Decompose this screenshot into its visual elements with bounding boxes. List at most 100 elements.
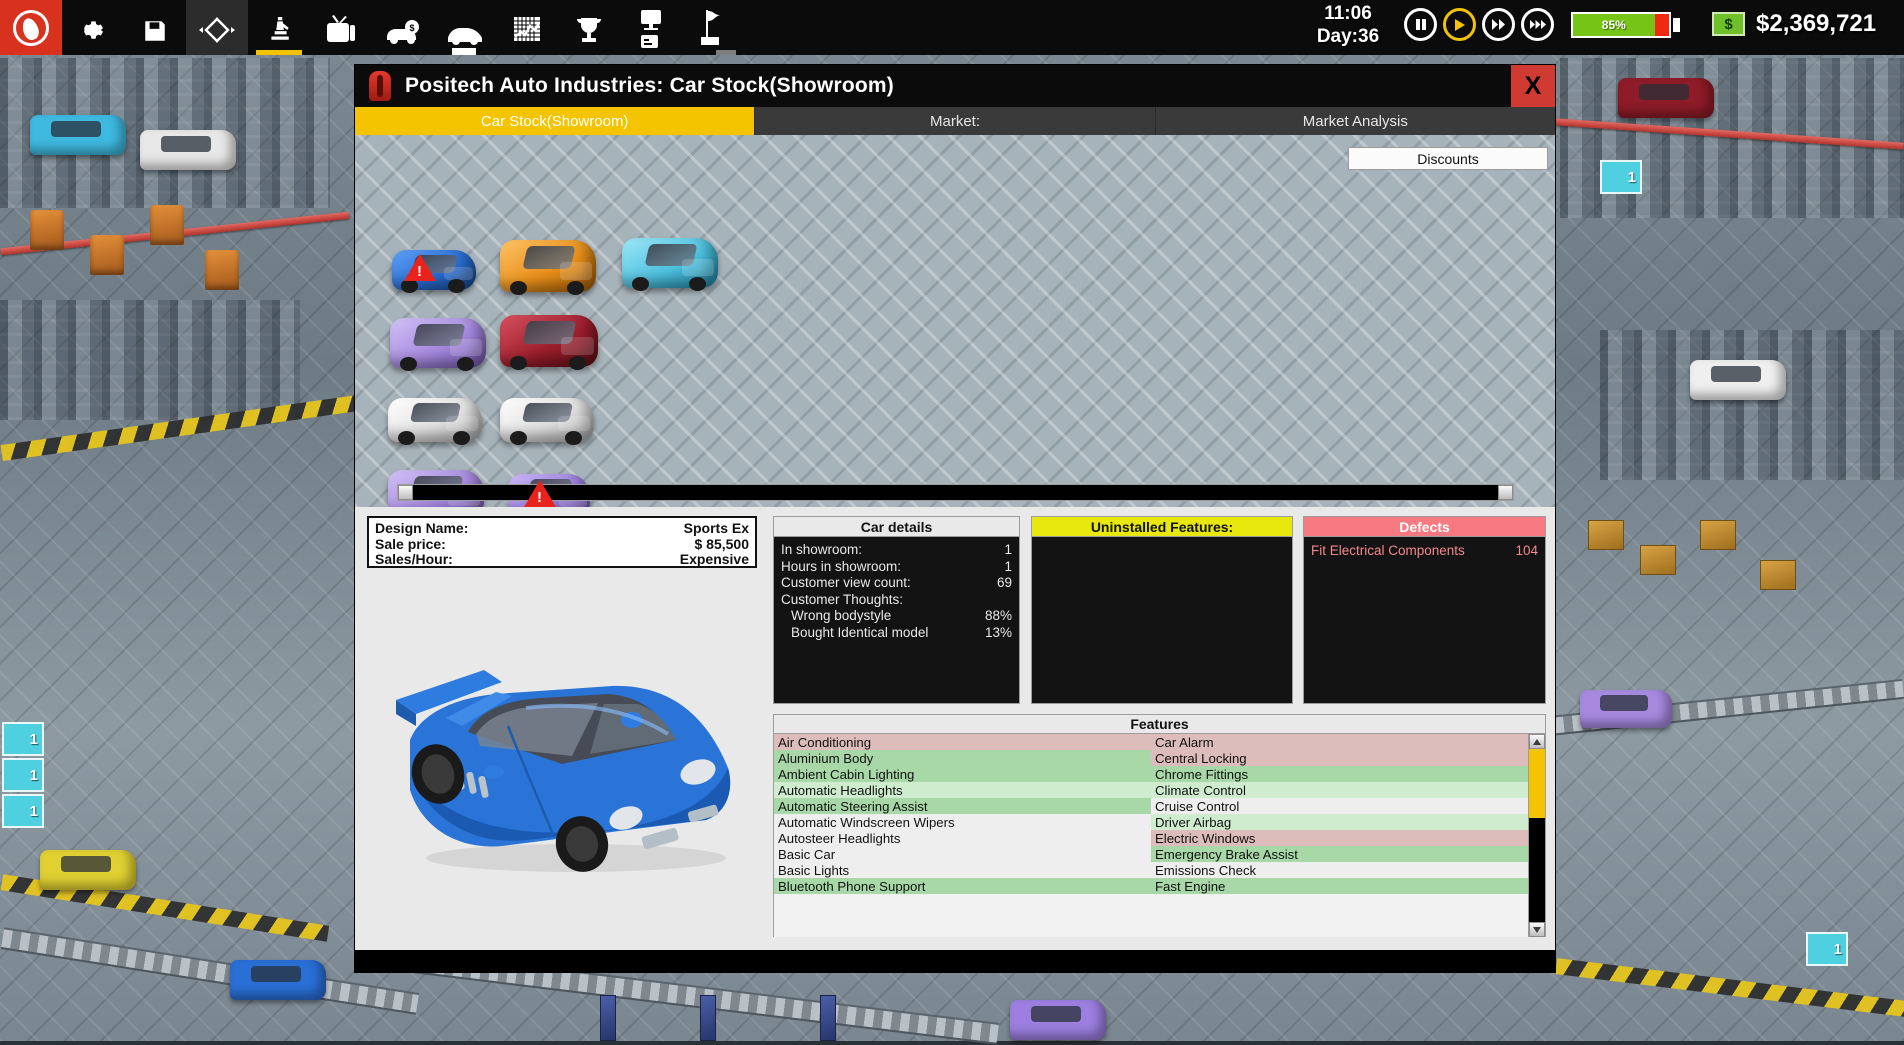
bought-identical-label: Bought Identical model xyxy=(791,625,928,642)
feature-row[interactable]: Automatic Headlights Climate Control xyxy=(774,782,1528,798)
feature-label-left: Autosteer Headlights xyxy=(774,831,1151,846)
hazard-stripe xyxy=(1555,958,1904,1018)
feature-label-right: Cruise Control xyxy=(1151,799,1528,814)
ultra-forward-button[interactable] xyxy=(1521,8,1554,41)
features-scroll-thumb[interactable] xyxy=(1529,749,1545,818)
features-scroll-track[interactable] xyxy=(1529,749,1545,922)
storage-crate xyxy=(1700,520,1736,550)
car-details-title: Car details xyxy=(774,517,1019,537)
resource-badge-count: 1 xyxy=(1628,169,1636,186)
research-microscope-icon[interactable] xyxy=(248,0,310,55)
design-car-icon[interactable] xyxy=(434,0,496,55)
chart-icon xyxy=(512,15,542,45)
car-detail-row: Customer Thoughts: xyxy=(781,592,1012,609)
top-toolbar: $ xyxy=(0,0,1904,55)
awards-trophy-icon[interactable] xyxy=(558,0,620,55)
showroom-car-orange-suv[interactable] xyxy=(500,240,596,292)
uninstalled-features-panel: Uninstalled Features: xyxy=(1031,516,1293,704)
feature-row[interactable]: Autosteer Headlights Electric Windows xyxy=(774,830,1528,846)
settings-gear-icon[interactable] xyxy=(62,0,124,55)
feature-row[interactable]: Bluetooth Phone Support Fast Engine xyxy=(774,878,1528,894)
defect-row[interactable]: Fit Electrical Components 104 xyxy=(1311,542,1538,559)
feature-row[interactable]: Automatic Steering Assist Cruise Control xyxy=(774,798,1528,814)
resource-badge[interactable]: 1 xyxy=(2,794,44,828)
feature-label-right: Driver Airbag xyxy=(1151,815,1528,830)
feature-label-left: Automatic Steering Assist xyxy=(774,799,1151,814)
assembly-robot xyxy=(205,250,239,290)
monitor-icon[interactable] xyxy=(620,0,682,55)
feature-label-right: Chrome Fittings xyxy=(1151,767,1528,782)
world-car xyxy=(40,850,136,890)
feature-label-left: Basic Lights xyxy=(774,863,1151,878)
feature-row[interactable]: Air Conditioning Car Alarm xyxy=(774,734,1528,750)
warning-icon xyxy=(524,480,556,507)
scroll-right-arrow[interactable] xyxy=(1498,485,1513,500)
design-name-label: Design Name: xyxy=(375,521,468,537)
flag-icon[interactable] xyxy=(682,0,744,55)
car-stock-dialog: Positech Auto Industries: Car Stock(Show… xyxy=(355,65,1555,972)
details-area: Design Name: Sports Ex Sale price: $ 85,… xyxy=(355,507,1555,950)
resource-badge[interactable]: 1 xyxy=(2,758,44,792)
company-logo-icon[interactable] xyxy=(0,0,62,55)
feature-row[interactable]: Aluminium Body Central Locking xyxy=(774,750,1528,766)
sales-car-money-icon[interactable]: $ xyxy=(372,0,434,55)
resource-badge[interactable]: 1 xyxy=(1806,932,1848,966)
tab-market[interactable]: Market: xyxy=(755,107,1155,135)
feature-label-right: Car Alarm xyxy=(1151,735,1528,750)
finance-chart-icon[interactable] xyxy=(496,0,558,55)
features-list[interactable]: Air Conditioning Car Alarm Aluminium Bod… xyxy=(774,734,1528,937)
scroll-down-arrow[interactable] xyxy=(1529,922,1545,937)
close-icon[interactable]: X xyxy=(1511,65,1555,107)
feature-label-left: Automatic Headlights xyxy=(774,783,1151,798)
showroom-car-cyan-van[interactable] xyxy=(622,238,718,288)
car-preview-image xyxy=(367,577,757,937)
car-detail-row: In showroom: 1 xyxy=(781,542,1012,559)
steel-frame xyxy=(820,995,836,1041)
layout-diamond-icon[interactable] xyxy=(186,0,248,55)
svg-text:$: $ xyxy=(409,23,414,33)
pause-button[interactable] xyxy=(1404,8,1437,41)
clock-day: Day:36 xyxy=(1305,25,1391,48)
warning-icon xyxy=(404,254,436,281)
feature-row[interactable]: Automatic Windscreen Wipers Driver Airba… xyxy=(774,814,1528,830)
marketing-tv-icon[interactable] xyxy=(310,0,372,55)
car-icon xyxy=(446,23,484,45)
play-button[interactable] xyxy=(1443,8,1476,41)
world-car xyxy=(1010,1000,1106,1040)
bought-identical-value: 13% xyxy=(985,625,1012,642)
scroll-track[interactable] xyxy=(413,485,1498,500)
showroom-car-white-sedan-2[interactable] xyxy=(500,398,594,442)
storage-crate xyxy=(1588,520,1624,550)
feature-row[interactable]: Ambient Cabin Lighting Chrome Fittings xyxy=(774,766,1528,782)
resource-badge-count: 1 xyxy=(30,767,38,784)
storage-crate xyxy=(1640,545,1676,575)
feature-row[interactable]: Basic Lights Emissions Check xyxy=(774,862,1528,878)
discounts-button[interactable]: Discounts xyxy=(1348,147,1548,170)
factory-machine-row xyxy=(1560,58,1904,218)
defects-list: Fit Electrical Components 104 xyxy=(1304,537,1545,559)
design-row: Design Name: Sports Ex xyxy=(375,521,749,537)
showroom-horizontal-scrollbar[interactable] xyxy=(397,484,1514,501)
dialog-titlebar: Positech Auto Industries: Car Stock(Show… xyxy=(355,65,1555,107)
fast-forward-button[interactable] xyxy=(1482,8,1515,41)
scroll-left-arrow[interactable] xyxy=(398,485,413,500)
tab-car-stock[interactable]: Car Stock(Showroom) xyxy=(355,107,755,135)
scroll-up-arrow[interactable] xyxy=(1529,734,1545,749)
showroom-car-purple-suv-1[interactable] xyxy=(390,318,486,368)
resource-badge[interactable]: 1 xyxy=(2,722,44,756)
save-disk-icon[interactable] xyxy=(124,0,186,55)
customer-view-count-value: 69 xyxy=(997,575,1012,592)
feature-label-right: Emergency Brake Assist xyxy=(1151,847,1528,862)
showroom-car-blue-sports[interactable] xyxy=(392,250,476,290)
tab-market-analysis[interactable]: Market Analysis xyxy=(1156,107,1555,135)
feature-row[interactable]: Basic Car Emergency Brake Assist xyxy=(774,846,1528,862)
clock-time: 11:06 xyxy=(1305,2,1391,25)
showroom-car-white-sedan-1[interactable] xyxy=(388,398,482,442)
sale-price-label: Sale price: xyxy=(375,537,446,553)
features-vertical-scrollbar[interactable] xyxy=(1528,734,1545,937)
in-showroom-label: In showroom: xyxy=(781,542,862,559)
resource-badge[interactable]: 1 xyxy=(1600,160,1642,194)
feature-label-right: Electric Windows xyxy=(1151,831,1528,846)
world-car xyxy=(1618,78,1714,118)
showroom-car-red-pickup[interactable] xyxy=(500,315,598,367)
